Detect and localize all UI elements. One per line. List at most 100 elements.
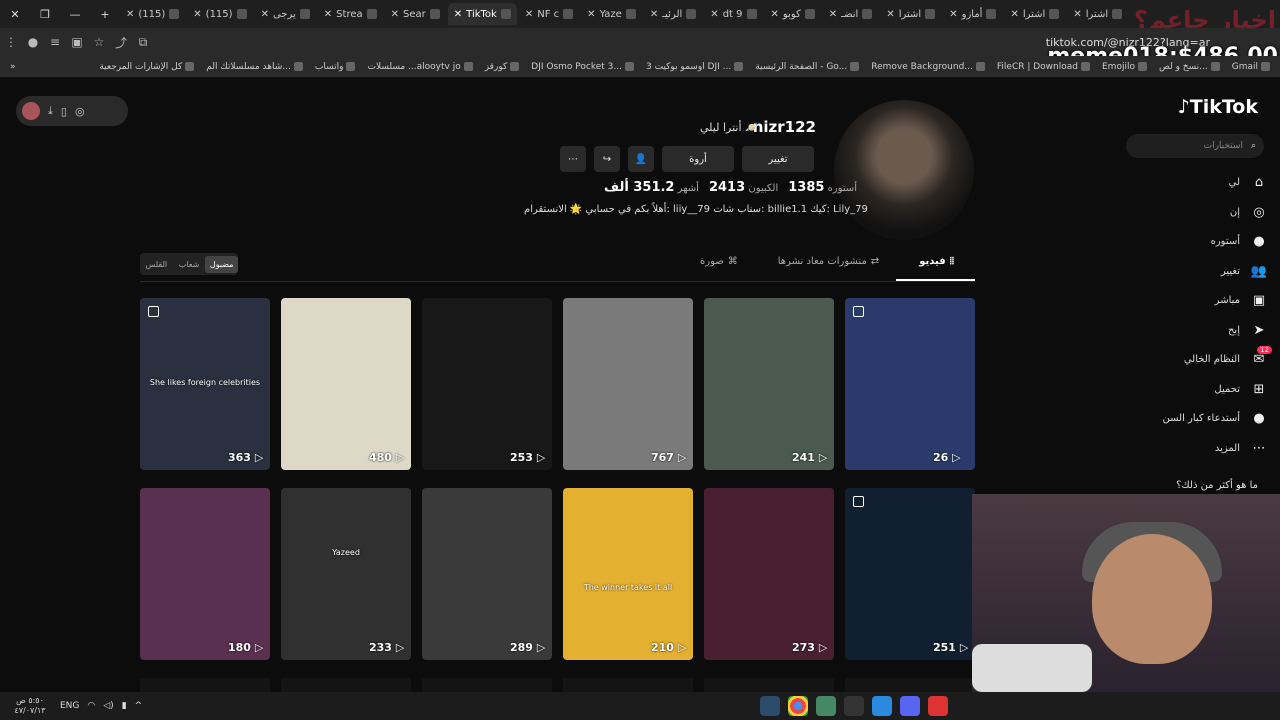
share-profile-icon[interactable]: ↪ [594,146,620,172]
video-thumbnail[interactable]: 26 ▷ [845,298,975,470]
avatar[interactable] [22,102,40,120]
sort-oldest[interactable]: القلس [140,260,173,269]
tiktok-logo[interactable]: ♪TikTok [1178,96,1258,118]
browser-tab[interactable]: ✕ انضـ [823,3,879,25]
add-friend-icon[interactable]: 👤 [628,146,654,172]
browser-tab[interactable]: ✕ كوبو [765,3,821,25]
youtube-icon[interactable] [928,696,948,716]
restore-window-icon[interactable]: ❐ [30,0,60,28]
video-thumbnail[interactable]: 273 ▷ [704,488,834,660]
browser-tab[interactable]: ✕ Yaze [581,3,642,25]
sidebar-item[interactable]: إبح ➤ [1150,316,1268,346]
search-input[interactable]: استخبارات ⌕ [1126,134,1264,158]
bookmark-item[interactable]: اوسمو بوكيت 3 DJI ... [646,62,744,72]
tab-close-icon[interactable]: ✕ [261,9,269,20]
tab-close-icon[interactable]: ✕ [454,9,462,20]
browser-tab[interactable]: ✕ (115) [187,3,252,25]
discord-icon[interactable] [900,696,920,716]
video-thumbnail[interactable]: 180 ▷ [140,488,270,660]
phone-icon[interactable]: ▯ [61,105,67,118]
tab-close-icon[interactable]: ✕ [949,9,957,20]
browser-tab[interactable]: ✕ NF c [519,3,579,25]
chevron-up-icon[interactable]: ^ [135,701,143,711]
sidebar-item[interactable]: المزيد ⋯ [1150,434,1268,464]
bookmark-item[interactable]: نسخ و لص... [1159,62,1220,72]
video-thumbnail[interactable]: 480 ▷ [281,298,411,470]
taskbar-clock[interactable]: ٥:٥٠ ص ٤٧/٠٧/١٣ [0,696,60,716]
followers-stat[interactable]: الكبيون 2413 [709,180,778,195]
likes-stat[interactable]: أشهر 351.2 ألف [604,180,699,195]
chevron-right-icon[interactable]: » [10,62,16,72]
tab-close-icon[interactable]: ✕ [193,9,201,20]
star-icon[interactable]: ☆ [88,35,110,49]
browser-tab[interactable]: ✕ اشترا [880,3,941,25]
screenshot-icon[interactable]: ⧉ [132,35,154,50]
browser-tab[interactable]: ✕ Sear [385,3,446,25]
bookmark-item[interactable]: مسلسلات ...alooytv jo [367,62,473,72]
following-stat[interactable]: أستوره 1385 [788,180,857,195]
tab-close-icon[interactable]: ✕ [650,9,658,20]
bookmark-item[interactable]: الصفحة الرئيسية - Go... [755,62,860,72]
browser-tab[interactable]: ✕ اشترا [1067,3,1128,25]
bookmark-item[interactable]: FileCR | Download [997,62,1090,72]
tab-reposts[interactable]: منشورات معاد نشرها ⇄ [758,256,899,267]
wifi-icon[interactable]: ◠ [87,701,95,711]
bookmark-item[interactable]: شاهد مسلسلاتك الم... [206,62,303,72]
sidebar-item[interactable]: تغيير 👥 [1150,257,1268,287]
compass-icon[interactable]: ◎ [75,105,85,118]
tab-close-icon[interactable]: ✕ [587,9,595,20]
download-icon[interactable]: ⤓ [48,104,53,118]
tab-close-icon[interactable]: ✕ [771,9,779,20]
bookmark-item[interactable]: كورقز [485,62,520,72]
more-options-icon[interactable]: ⋯ [560,146,586,172]
bookmark-item[interactable]: Gmail [1232,62,1270,72]
video-thumbnail[interactable]: She likes foreign celebrities 363 ▷ [140,298,270,470]
browser-tab[interactable]: ✕ الرئيـ [644,3,702,25]
browser-tab[interactable]: ✕ Strea [318,3,383,25]
browser-tab[interactable]: ✕ TikTok [447,3,517,25]
tab-close-icon[interactable]: ✕ [1073,9,1081,20]
obs-icon[interactable] [844,696,864,716]
video-thumbnail[interactable]: 289 ▷ [422,488,552,660]
new-tab-icon[interactable]: + [90,0,120,28]
browser-tab[interactable]: ✕ (115) [120,3,185,25]
video-thumbnail[interactable]: Yazeed 233 ▷ [281,488,411,660]
sidebar-item[interactable]: تحميل ⊞ [1150,375,1268,405]
browser-tab[interactable]: ✕ يرجى [255,3,316,25]
video-thumbnail[interactable]: 251 ▷ [845,488,975,660]
video-thumbnail[interactable]: The winner takes it all 210 ▷ [563,488,693,660]
tab-photos[interactable]: صورة ⌘ [680,256,758,267]
profile-avatar[interactable] [834,100,974,240]
sort-latest[interactable]: مضبول [205,255,239,273]
chrome-icon[interactable] [788,696,808,716]
tab-close-icon[interactable]: ✕ [829,9,837,20]
language-indicator[interactable]: ENG [60,701,79,711]
volume-icon[interactable]: ◁) [103,701,113,711]
tab-close-icon[interactable]: ✕ [710,9,718,20]
sidebar-item[interactable]: لي ⌂ [1150,168,1268,198]
browser-tab[interactable]: ✕ dt 9 [704,3,762,25]
sidebar-item[interactable]: إن ◎ [1150,198,1268,228]
browser-tab[interactable]: ✕ أمازو [943,3,1002,25]
tab-videos[interactable]: فيديو ⦙⦙ [899,256,974,267]
bookmark-item[interactable]: DJI Osmo Pocket 3... [531,62,634,72]
video-thumbnail[interactable]: 253 ▷ [422,298,552,470]
sidebar-item[interactable]: النظام الخالي ✉ 12 [1150,345,1272,375]
microphone-icon[interactable]: ▮ [122,701,127,711]
bookmark-item[interactable]: واتساب [315,62,356,72]
bookmark-item[interactable]: Emojilo [1102,62,1147,72]
tab-close-icon[interactable]: ✕ [126,9,134,20]
extensions-icon[interactable]: ≡ [44,35,66,49]
share-icon[interactable]: ⤴ [110,34,132,51]
sidebar-item[interactable]: أستوره ● [1150,227,1268,257]
sidebar-item[interactable]: مباشر ▣ [1150,286,1268,316]
sidebar-icon[interactable]: ▣ [66,35,88,49]
edit-profile-button[interactable]: تغيير [742,146,814,172]
bookmark-item[interactable]: Remove Background... [871,62,985,72]
minimize-window-icon[interactable]: — [60,0,90,28]
sidebar-item[interactable]: أستدعاء كبار السن ● [1150,404,1268,434]
gift-button[interactable]: أروة [662,146,734,172]
bookmark-item[interactable]: كل الإشارات المرجعية [99,62,195,72]
video-thumbnail[interactable]: 767 ▷ [563,298,693,470]
tab-close-icon[interactable]: ✕ [886,9,894,20]
